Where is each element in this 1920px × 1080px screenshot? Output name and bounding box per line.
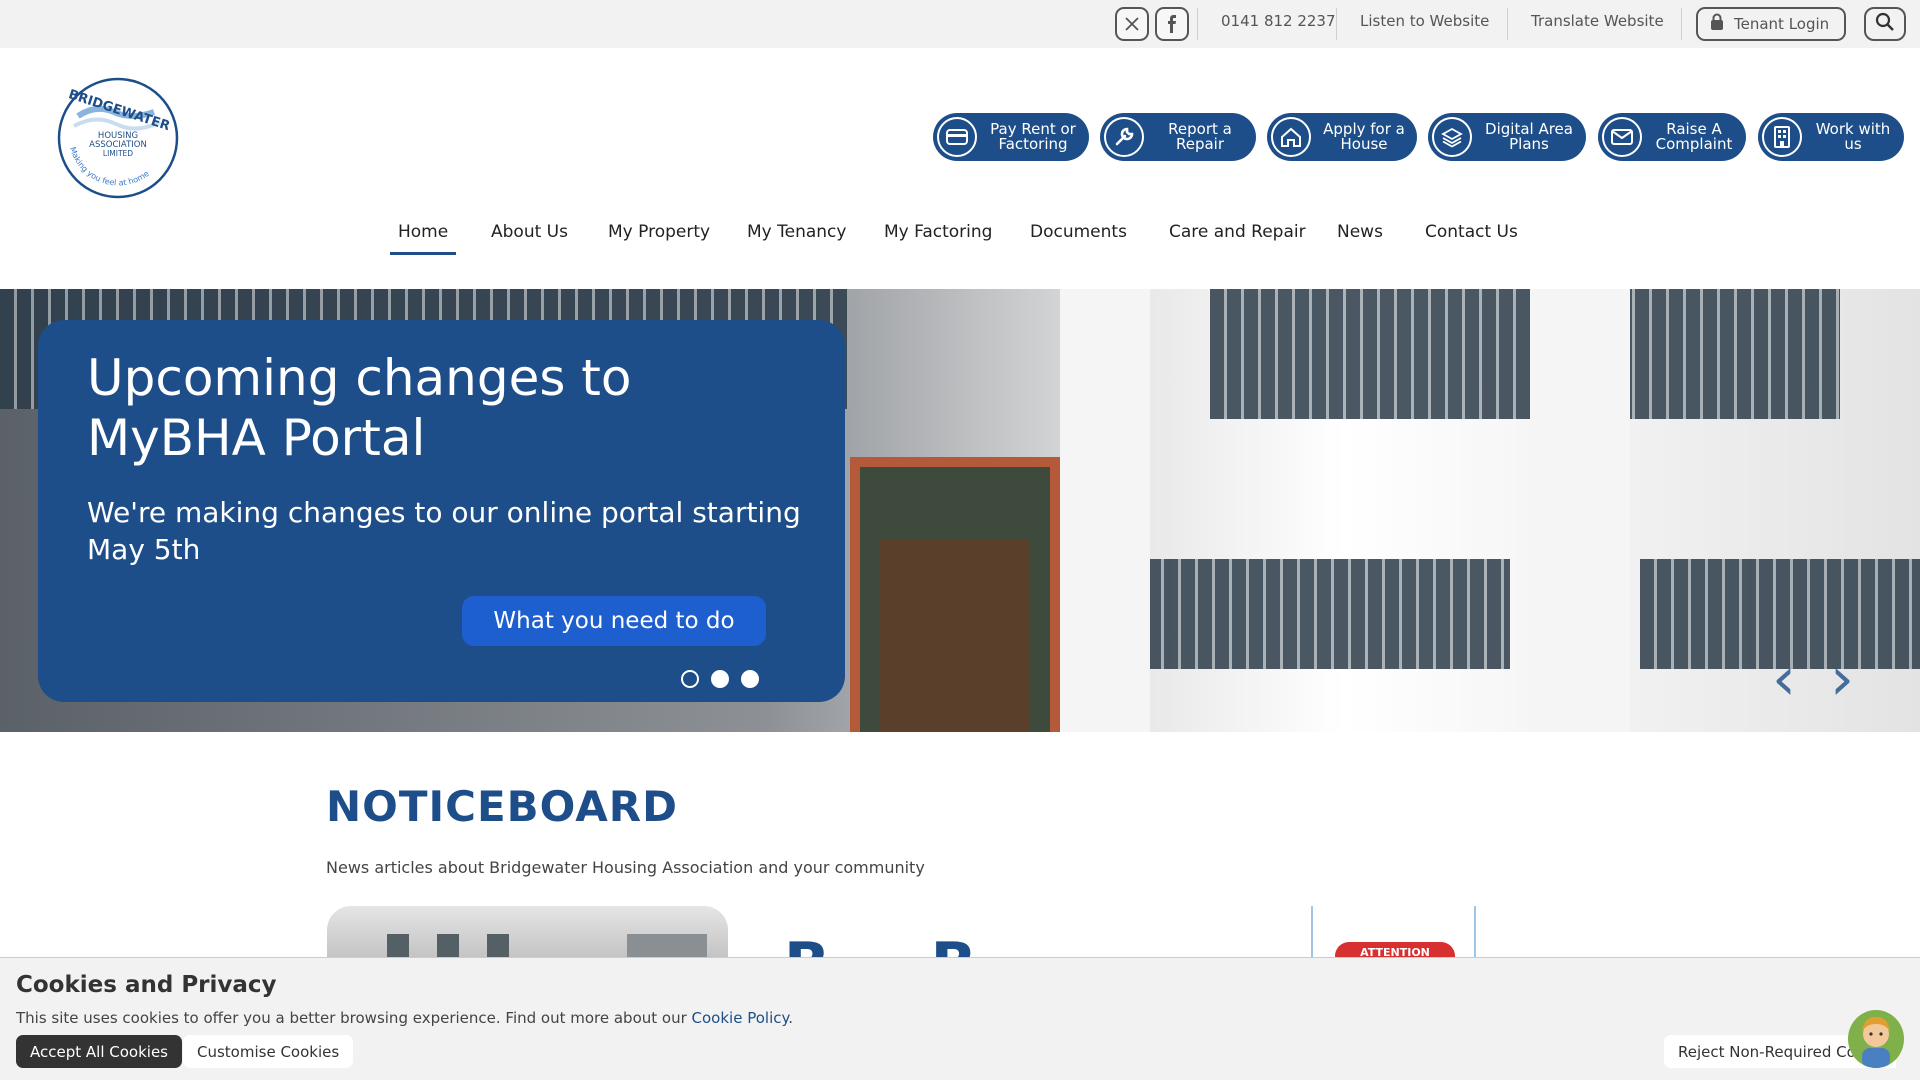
utility-bar: 0141 812 2237 Listen to Website Translat… — [0, 0, 1920, 48]
divider — [1336, 8, 1337, 40]
envelope-icon — [1602, 117, 1642, 157]
hero-image-windows — [1210, 289, 1840, 419]
report-repair-button[interactable]: Report a Repair — [1100, 113, 1256, 161]
hero-image-pillar — [1060, 289, 1150, 732]
pay-rent-label: Pay Rent or Factoring — [990, 120, 1076, 153]
tenant-login-button[interactable]: Tenant Login — [1696, 7, 1846, 41]
nav-my-tenancy[interactable]: My Tenancy — [747, 222, 846, 252]
cookie-text-end: . — [788, 1009, 793, 1027]
hero-image-door-panel — [880, 539, 1030, 732]
lock-icon — [1710, 13, 1724, 35]
nav-about-us[interactable]: About Us — [491, 222, 568, 252]
search-button[interactable] — [1864, 7, 1906, 41]
wrench-icon — [1104, 117, 1144, 157]
divider — [1507, 8, 1508, 40]
raise-complaint-label: Raise A Complaint — [1655, 120, 1733, 153]
carousel-prev-arrow-icon[interactable]: ‹ — [1772, 644, 1796, 714]
search-icon — [1875, 12, 1895, 36]
accept-all-cookies-button[interactable]: Accept All Cookies — [16, 1035, 182, 1068]
divider — [1197, 8, 1198, 40]
listen-to-website-link[interactable]: Listen to Website — [1360, 12, 1489, 30]
nav-news[interactable]: News — [1337, 222, 1383, 252]
cookie-title: Cookies and Privacy — [16, 972, 277, 998]
hero-title: Upcoming changes to MyBHA Portal — [87, 349, 632, 467]
pay-rent-button[interactable]: Pay Rent or Factoring — [933, 113, 1089, 161]
nav-my-property[interactable]: My Property — [608, 222, 710, 252]
layers-icon — [1432, 117, 1472, 157]
house-icon — [1271, 117, 1311, 157]
nav-my-factoring[interactable]: My Factoring — [884, 222, 992, 252]
logo-line3: LIMITED — [103, 149, 133, 158]
apply-house-button[interactable]: Apply for a House — [1267, 113, 1417, 161]
carousel-dot-3[interactable] — [741, 670, 759, 688]
x-twitter-icon[interactable] — [1115, 7, 1149, 41]
nav-documents[interactable]: Documents — [1030, 222, 1127, 252]
hero-image-pillar — [1530, 289, 1630, 732]
carousel-dot-1[interactable] — [681, 670, 699, 688]
digital-area-plans-label: Digital Area Plans — [1485, 120, 1573, 153]
cookie-text: This site uses cookies to offer you a be… — [16, 1009, 793, 1027]
card-icon — [937, 117, 977, 157]
noticeboard-title: NOTICEBOARD — [326, 782, 678, 831]
work-with-us-label: Work with us — [1815, 120, 1891, 153]
report-repair-label: Report a Repair — [1168, 120, 1232, 153]
nav-home[interactable]: Home — [390, 222, 457, 255]
apply-house-label: Apply for a House — [1323, 120, 1405, 153]
noticeboard-description: News articles about Bridgewater Housing … — [326, 858, 925, 877]
building-icon — [1762, 117, 1802, 157]
translate-website-link[interactable]: Translate Website — [1531, 12, 1664, 30]
nav-contact-us[interactable]: Contact Us — [1425, 222, 1518, 252]
raise-complaint-button[interactable]: Raise A Complaint — [1598, 113, 1746, 161]
digital-area-plans-button[interactable]: Digital Area Plans — [1428, 113, 1586, 161]
nav-care-and-repair[interactable]: Care and Repair — [1169, 222, 1306, 252]
bridgewater-logo[interactable]: BRIDGEWATER HOUSING ASSOCIATION LIMITED … — [56, 76, 180, 200]
assistant-avatar-icon[interactable] — [1848, 1010, 1904, 1068]
carousel-next-arrow-icon[interactable]: › — [1830, 644, 1854, 714]
divider — [1681, 8, 1682, 40]
cookie-policy-link[interactable]: Cookie Policy — [692, 1009, 789, 1027]
carousel-dot-2[interactable] — [711, 670, 729, 688]
facebook-icon[interactable] — [1155, 7, 1189, 41]
cookie-banner: Cookies and Privacy This site uses cooki… — [0, 957, 1920, 1080]
customise-cookies-button[interactable]: Customise Cookies — [183, 1035, 354, 1068]
carousel-dots — [681, 670, 759, 688]
hero-slide-card: Upcoming changes to MyBHA Portal We're m… — [38, 320, 845, 702]
work-with-us-button[interactable]: Work with us — [1758, 113, 1904, 161]
main-navigation: Home About Us My Property My Tenancy My … — [0, 222, 1920, 262]
phone-number[interactable]: 0141 812 2237 — [1221, 12, 1336, 30]
hero-subtitle: We're making changes to our online porta… — [87, 496, 801, 566]
hero-image-windows — [1130, 559, 1510, 669]
cookie-text-body: This site uses cookies to offer you a be… — [16, 1009, 692, 1027]
tenant-login-label: Tenant Login — [1734, 15, 1830, 33]
hero-cta-button[interactable]: What you need to do — [462, 596, 766, 646]
